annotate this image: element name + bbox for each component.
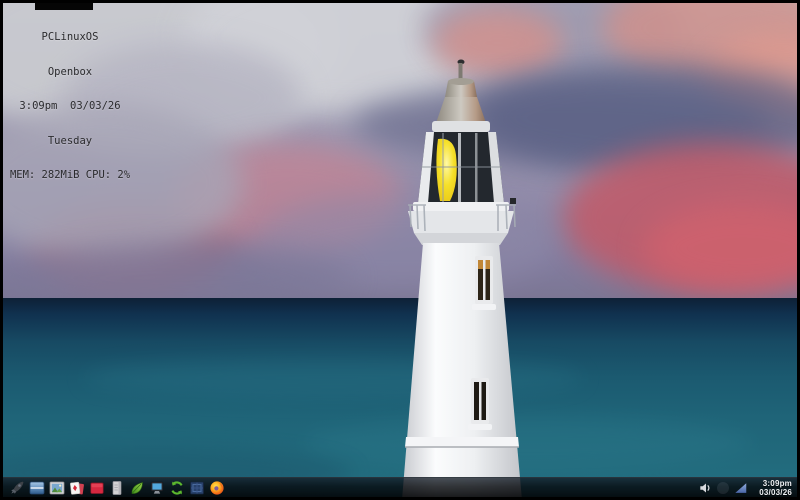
firefox-icon[interactable]: [208, 479, 226, 497]
conky-os-name: PCLinuxOS: [41, 31, 99, 43]
top-black-strip: [35, 3, 93, 10]
cards-game-icon[interactable]: [68, 479, 86, 497]
lighthouse-image: [402, 59, 522, 497]
taskbar: 3:09pm 03/03/26: [3, 477, 797, 497]
screenshot-frame: PCLinuxOS Openbox 3:09pm 03/03/26 Tuesda…: [0, 0, 800, 500]
inactive-tray-icon[interactable]: [717, 481, 729, 494]
package-box-icon[interactable]: [188, 479, 206, 497]
document-icon[interactable]: [108, 479, 126, 497]
volume-icon[interactable]: [698, 480, 713, 495]
taskbar-clock[interactable]: 3:09pm 03/03/26: [752, 479, 792, 497]
conky-wm-name: Openbox: [47, 65, 93, 78]
taskbar-launchers: [3, 479, 226, 497]
red-app-icon[interactable]: [88, 479, 106, 497]
file-manager-icon[interactable]: [28, 479, 46, 497]
network-signal-icon[interactable]: [733, 480, 748, 495]
conky-time-date: 3:09pm 03/03/26: [19, 100, 121, 112]
conky-weekday: Tuesday: [47, 134, 93, 147]
system-tray: 3:09pm 03/03/26: [698, 479, 797, 497]
desktop[interactable]: PCLinuxOS Openbox 3:09pm 03/03/26 Tuesda…: [3, 3, 797, 497]
conky-monitor: PCLinuxOS Openbox 3:09pm 03/03/26 Tuesda…: [5, 9, 135, 205]
leafpad-icon[interactable]: [128, 479, 146, 497]
display-settings-icon[interactable]: [148, 479, 166, 497]
sync-update-icon[interactable]: [168, 479, 186, 497]
clock-date: 03/03/26: [759, 487, 792, 497]
image-viewer-icon[interactable]: [48, 479, 66, 497]
clock-time: 3:09pm: [762, 478, 792, 488]
conky-mem-cpu: MEM: 282MiB CPU: 2%: [9, 169, 131, 181]
rocket-launcher-icon[interactable]: [8, 479, 26, 497]
